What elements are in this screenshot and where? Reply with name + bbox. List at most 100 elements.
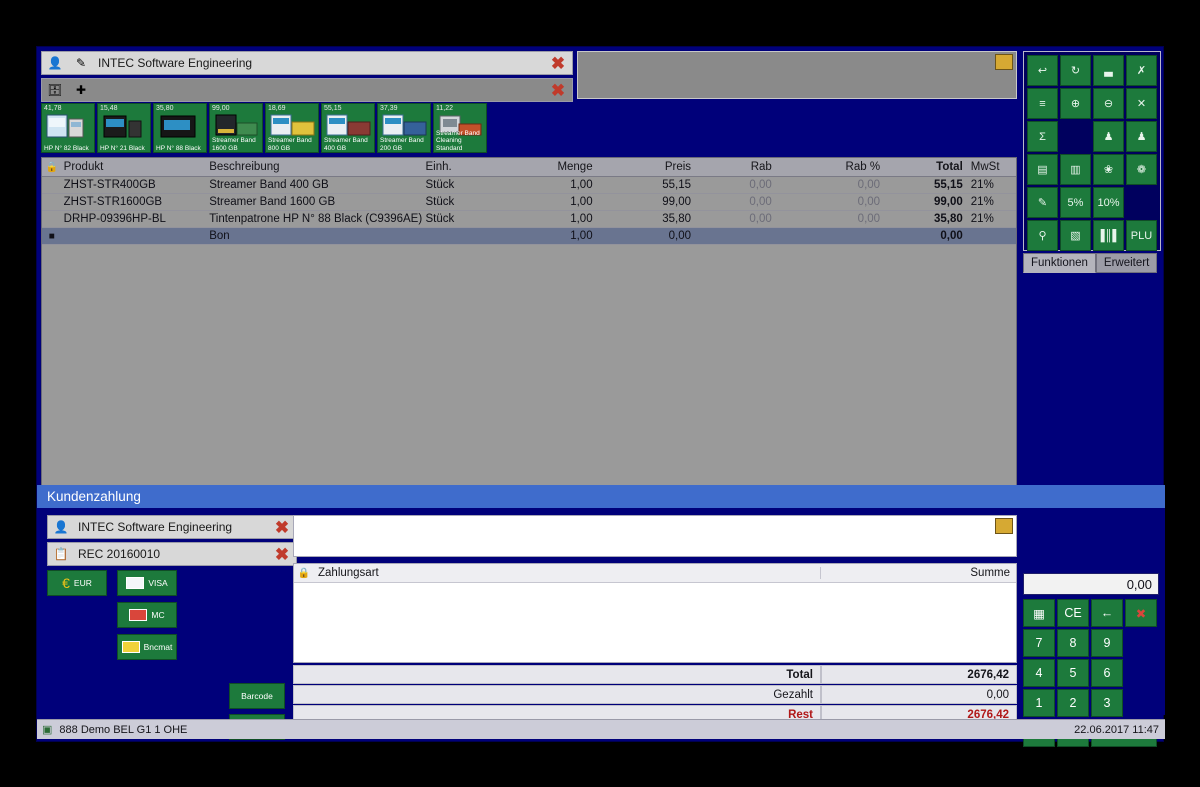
bancontact-icon — [122, 641, 140, 653]
visa-button[interactable]: VISA — [117, 570, 177, 596]
grid-header-row: 🔒 Produkt Beschreibung Einh. Menge Preis… — [42, 158, 1016, 177]
key-3[interactable]: 3 — [1091, 689, 1123, 717]
column-header-rabatt[interactable]: Rab — [699, 161, 780, 173]
tab-funktionen[interactable]: Funktionen — [1023, 253, 1096, 273]
tile-price: 55,15 — [324, 105, 342, 112]
key-7[interactable]: 7 — [1023, 629, 1055, 657]
empty-slot — [1125, 689, 1157, 717]
document-field-row[interactable]: 🗄 ✚ ✖ — [41, 78, 573, 102]
clear-dialog-document-button[interactable]: ✖ — [271, 544, 293, 564]
invoice-icon[interactable]: ▤ — [1027, 154, 1058, 185]
cell-menge: 1,00 — [492, 179, 600, 191]
exit-door-icon[interactable]: ↩ — [1027, 55, 1058, 86]
plus-icon[interactable]: ✚ — [71, 81, 91, 99]
cell-produkt: ZHST-STR400GB — [62, 179, 208, 191]
product-tile[interactable]: 18,69 Streamer Band 800 GB — [265, 103, 319, 153]
gift-icon[interactable]: ❀ — [1093, 154, 1124, 185]
gift-add-icon[interactable]: ❁ — [1126, 154, 1157, 185]
product-tile[interactable]: 11,22 Streamer Band Cleaning Standard — [433, 103, 487, 153]
employee-icon[interactable]: ♟ — [1093, 121, 1124, 152]
mc-button[interactable]: MC — [117, 602, 177, 628]
search-icon[interactable]: ⚲ — [1027, 220, 1058, 251]
eur-button[interactable]: € EUR — [47, 570, 107, 596]
table-row[interactable]: ■ Bon 1,00 0,00 0,00 — [42, 228, 1016, 245]
column-header-beschreibung[interactable]: Beschreibung — [207, 161, 423, 173]
cell-rabatt: 0,00 — [699, 213, 780, 225]
invoice-alt-icon[interactable]: ▥ — [1060, 154, 1091, 185]
receipt-lines-grid[interactable]: 🔒 Produkt Beschreibung Einh. Menge Preis… — [41, 157, 1017, 529]
cell-beschreibung: Tintenpatrone HP N° 88 Black (C9396AE) — [207, 213, 423, 225]
bancontact-button[interactable]: Bncmat — [117, 634, 177, 660]
package-info-icon[interactable]: ▧ — [1060, 220, 1091, 251]
delete-document-icon[interactable]: ✗ — [1126, 55, 1157, 86]
note-icon[interactable] — [995, 518, 1013, 534]
column-header-einheit[interactable]: Einh. — [424, 161, 493, 173]
backspace-icon[interactable]: ← — [1091, 599, 1123, 627]
product-tile[interactable]: 99,00 Streamer Band 1600 GB — [209, 103, 263, 153]
column-header-zahlungsart[interactable]: Zahlungsart — [314, 567, 820, 579]
column-header-rabatt-prozent[interactable]: Rab % — [780, 161, 888, 173]
column-header-produkt[interactable]: Produkt — [62, 161, 208, 173]
amount-display[interactable]: 0,00 — [1023, 573, 1159, 595]
key-2[interactable]: 2 — [1057, 689, 1089, 717]
refresh-icon[interactable]: ↻ — [1060, 55, 1091, 86]
note-icon[interactable] — [995, 54, 1013, 70]
sum-report-icon[interactable]: Σ — [1027, 121, 1058, 152]
clear-dialog-customer-button[interactable]: ✖ — [271, 517, 293, 537]
clear-entry-button[interactable]: CE — [1057, 599, 1089, 627]
customer-payment-dialog: Kundenzahlung 👤 INTEC Software Engineeri… — [37, 485, 1165, 715]
column-header-total[interactable]: Total — [888, 161, 967, 173]
discount-5-button[interactable]: 5% — [1060, 187, 1091, 218]
product-tile[interactable]: 41,78 HP N° 82 Black — [41, 103, 95, 153]
table-row[interactable]: ZHST-STR400GB Streamer Band 400 GB Stück… — [42, 177, 1016, 194]
dialog-customer-name: INTEC Software Engineering — [74, 520, 271, 534]
dialog-customer-row[interactable]: 👤 INTEC Software Engineering ✖ — [47, 515, 297, 539]
customer-icon[interactable]: ♟ — [1126, 121, 1157, 152]
discount-10-button[interactable]: 10% — [1093, 187, 1124, 218]
product-tile[interactable]: 55,15 Streamer Band 400 GB — [321, 103, 375, 153]
receipt-add-icon[interactable]: ⊕ — [1060, 88, 1091, 119]
cash-drawer-icon[interactable]: ▃ — [1093, 55, 1124, 86]
key-1[interactable]: 1 — [1023, 689, 1055, 717]
payment-methods-table[interactable]: 🔒 Zahlungsart Summe — [293, 563, 1017, 663]
total-label: Total — [293, 665, 821, 684]
cell-total: 0,00 — [888, 230, 967, 242]
clear-customer-button[interactable]: ✖ — [547, 53, 569, 73]
clear-document-button[interactable]: ✖ — [547, 80, 569, 100]
header-memo-panel[interactable] — [577, 51, 1017, 99]
document-delete-icon[interactable]: ✕ — [1126, 88, 1157, 119]
key-5[interactable]: 5 — [1057, 659, 1089, 687]
column-header-summe[interactable]: Summe — [820, 567, 1016, 579]
pencil-icon[interactable]: ✎ — [71, 54, 91, 72]
table-row[interactable]: DRHP-09396HP-BL Tintenpatrone HP N° 88 B… — [42, 211, 1016, 228]
dialog-document-row[interactable]: 📋 REC 20160010 ✖ — [47, 542, 297, 566]
product-tile[interactable]: 37,39 Streamer Band 200 GB — [377, 103, 431, 153]
calculator-icon[interactable]: ▦ — [1023, 599, 1055, 627]
key-4[interactable]: 4 — [1023, 659, 1055, 687]
key-6[interactable]: 6 — [1091, 659, 1123, 687]
status-text: 888 Demo BEL G1 1 OHE — [59, 724, 187, 736]
cell-mwst: 21% — [967, 179, 1016, 191]
column-header-menge[interactable]: Menge — [492, 161, 600, 173]
customer-field-row[interactable]: 👤 ✎ INTEC Software Engineering ✖ — [41, 51, 573, 75]
barcode-button[interactable]: Barcode — [229, 683, 285, 709]
tile-price: 37,39 — [380, 105, 398, 112]
dialog-memo-field[interactable] — [293, 515, 1017, 557]
receipt-icon[interactable]: ≡ — [1027, 88, 1058, 119]
cancel-icon[interactable]: ✖ — [1125, 599, 1157, 627]
receipt-remove-icon[interactable]: ⊖ — [1093, 88, 1124, 119]
lock-icon: 🔒 — [42, 162, 62, 173]
product-tile[interactable]: 35,80 HP N° 88 Black — [153, 103, 207, 153]
key-8[interactable]: 8 — [1057, 629, 1089, 657]
mc-label: MC — [151, 610, 164, 620]
barcode-icon[interactable]: ▐║▌ — [1093, 220, 1124, 251]
column-header-preis[interactable]: Preis — [601, 161, 699, 173]
plu-button[interactable]: PLU — [1126, 220, 1157, 251]
cell-rabatt-prozent: 0,00 — [780, 196, 888, 208]
note-edit-icon[interactable]: ✎ — [1027, 187, 1058, 218]
column-header-mwst[interactable]: MwSt — [967, 161, 1016, 173]
product-tile[interactable]: 15,48 HP N° 21 Black — [97, 103, 151, 153]
key-9[interactable]: 9 — [1091, 629, 1123, 657]
table-row[interactable]: ZHST-STR1600GB Streamer Band 1600 GB Stü… — [42, 194, 1016, 211]
tab-erweitert[interactable]: Erweitert — [1096, 253, 1157, 273]
